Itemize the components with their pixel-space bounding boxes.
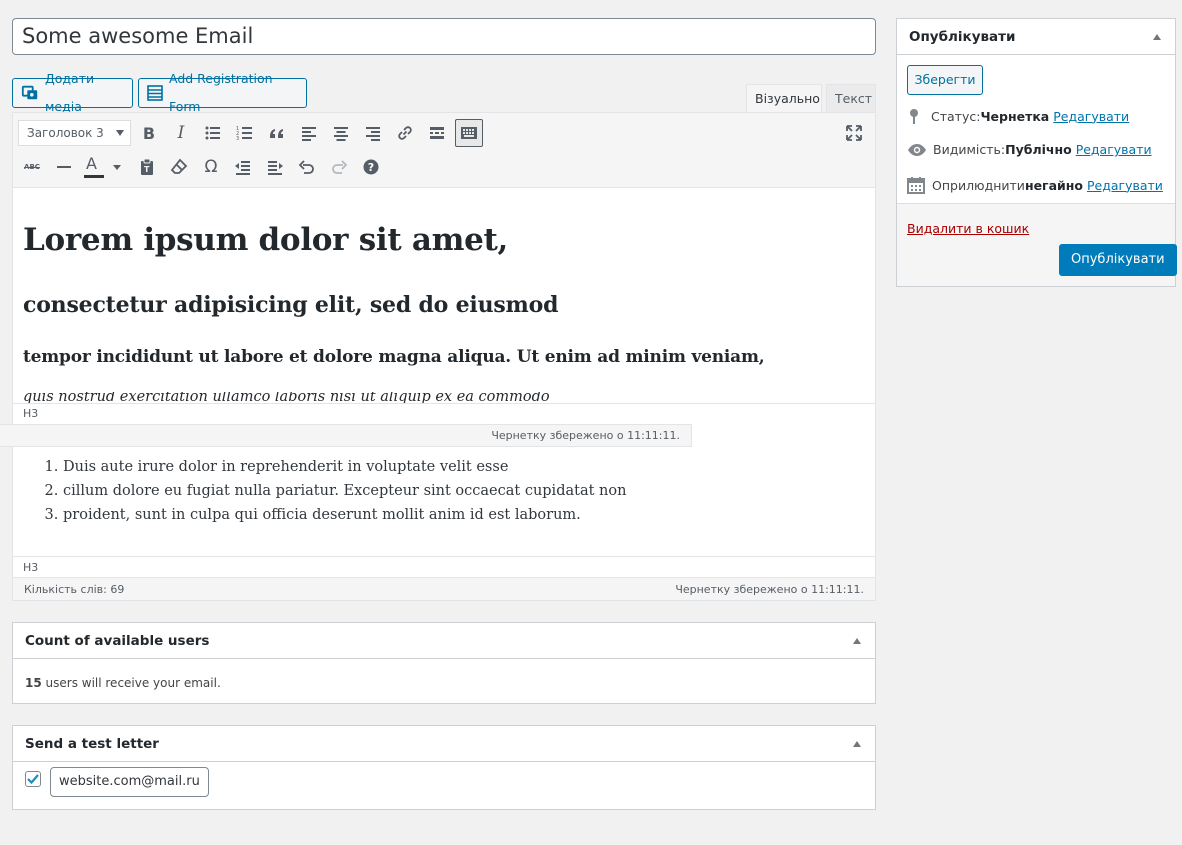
- form-icon: [147, 85, 163, 101]
- status-label: Статус:: [931, 108, 981, 124]
- chevron-down-icon: [113, 165, 121, 170]
- collapse-arrow-icon[interactable]: [1153, 34, 1161, 40]
- content-italic-line: quis nostrud exercitation ullamco labori…: [23, 392, 623, 403]
- format-select-value: Заголовок 3: [27, 126, 104, 140]
- paste-text-icon[interactable]: T: [133, 153, 161, 181]
- visibility-value: Публічно: [1005, 142, 1072, 157]
- count-users-text: 15 users will receive your email.: [13, 659, 875, 707]
- publish-header[interactable]: Опублікувати: [897, 19, 1175, 55]
- visibility-row: Видимість: Публічно Редагувати: [907, 142, 1152, 157]
- edit-schedule-link[interactable]: Редагувати: [1087, 178, 1163, 193]
- publish-title: Опублікувати: [909, 29, 1016, 45]
- user-count-suffix: users will receive your email.: [41, 676, 221, 690]
- schedule-row: Оприлюднити негайно Редагувати: [907, 176, 1163, 194]
- status-value: Чернетка: [980, 108, 1050, 124]
- divider: [13, 403, 875, 404]
- media-icon: [21, 85, 38, 100]
- content-heading-2: consectetur adipisicing elit, sed do eiu…: [23, 292, 559, 318]
- visibility-label: Видимість:: [933, 142, 1006, 157]
- draft-saved-status-overlay: Чернетку збережено о 11:11:11.: [0, 424, 692, 447]
- test-letter-box: Send a test letter website.com@mail.ru: [12, 725, 876, 810]
- count-users-box: Count of available users 15 users will r…: [12, 622, 876, 704]
- bulleted-list-icon[interactable]: [199, 119, 227, 147]
- special-character-icon[interactable]: Ω: [197, 153, 225, 181]
- eye-icon: [908, 143, 926, 156]
- help-icon[interactable]: ?: [357, 153, 385, 181]
- test-letter-header[interactable]: Send a test letter: [13, 726, 875, 762]
- text-color-icon[interactable]: A: [82, 153, 126, 181]
- add-registration-form-button[interactable]: Add Registration Form: [138, 71, 307, 114]
- add-media-button[interactable]: Додати медіа: [12, 71, 133, 114]
- publish-button[interactable]: Опублікувати: [1059, 244, 1177, 276]
- content-heading-1: Lorem ipsum dolor sit amet,: [23, 222, 509, 258]
- svg-text:3: 3: [236, 136, 239, 142]
- word-count: Кількість слів: 69: [24, 583, 125, 596]
- bold-icon[interactable]: B: [135, 119, 163, 147]
- clear-formatting-icon[interactable]: [165, 153, 193, 181]
- schedule-value: негайно: [1024, 177, 1084, 193]
- blockquote-icon[interactable]: [263, 119, 291, 147]
- text-color-swatch: [84, 175, 104, 178]
- indent-icon[interactable]: [261, 153, 289, 181]
- edit-visibility-link[interactable]: Редагувати: [1076, 142, 1152, 157]
- test-email-input[interactable]: website.com@mail.ru: [50, 767, 209, 797]
- draft-saved-status: Чернетку збережено о 11:11:11.: [675, 583, 864, 596]
- schedule-label: Оприлюднити: [932, 177, 1025, 193]
- toolbar-toggle-icon[interactable]: [455, 119, 483, 147]
- status-row: Статус: Чернетка Редагувати: [907, 108, 1129, 124]
- element-path[interactable]: H3: [23, 407, 38, 420]
- content-list: Duis aute irure dolor in reprehenderit i…: [23, 455, 626, 527]
- content-heading-3: tempor incididunt ut labore et dolore ma…: [23, 347, 765, 367]
- list-item: cillum dolore eu fugiat nulla pariatur. …: [63, 479, 626, 503]
- calendar-icon: [907, 177, 925, 194]
- align-left-icon[interactable]: [295, 119, 323, 147]
- move-to-trash-link[interactable]: Видалити в кошик: [907, 221, 1029, 236]
- count-users-header[interactable]: Count of available users: [13, 623, 875, 659]
- collapse-arrow-icon[interactable]: [853, 638, 861, 644]
- pin-icon: [910, 109, 918, 124]
- italic-icon[interactable]: I: [167, 119, 195, 147]
- chevron-down-icon: [116, 130, 124, 136]
- title-input[interactable]: Some awesome Email: [12, 18, 876, 55]
- editor-statusbar: Кількість слів: 69 Чернетку збережено о …: [13, 577, 875, 600]
- align-right-icon[interactable]: [359, 119, 387, 147]
- strikethrough-icon[interactable]: ABC: [18, 153, 46, 181]
- numbered-list-icon[interactable]: 123: [231, 119, 259, 147]
- fullscreen-icon[interactable]: [840, 119, 868, 147]
- edit-status-link[interactable]: Редагувати: [1053, 109, 1129, 124]
- tab-visual[interactable]: Візуально: [746, 84, 822, 113]
- divider: [13, 556, 875, 557]
- checkmark-icon: [27, 774, 39, 785]
- element-path[interactable]: H3: [23, 561, 38, 574]
- list-item: proident, sunt in culpa qui officia dese…: [63, 503, 626, 527]
- format-select[interactable]: Заголовок 3: [18, 120, 131, 146]
- text-color-glyph: A: [86, 154, 97, 173]
- undo-icon[interactable]: [293, 153, 321, 181]
- test-letter-title: Send a test letter: [25, 736, 159, 752]
- redo-icon[interactable]: [325, 153, 353, 181]
- collapse-arrow-icon[interactable]: [853, 741, 861, 747]
- user-count: 15: [25, 676, 42, 690]
- svg-text:?: ?: [368, 161, 374, 174]
- svg-text:T: T: [144, 165, 150, 174]
- link-icon[interactable]: [391, 119, 419, 147]
- list-item: Duis aute irure dolor in reprehenderit i…: [63, 455, 626, 479]
- italic-line-text: quis nostrud exercitation ullamco labori…: [23, 392, 550, 403]
- count-users-title: Count of available users: [25, 633, 210, 649]
- save-draft-button[interactable]: Зберегти: [907, 65, 983, 95]
- tab-text[interactable]: Текст: [826, 84, 876, 113]
- test-letter-checkbox[interactable]: [25, 771, 41, 787]
- horizontal-line-icon[interactable]: [50, 153, 78, 181]
- align-center-icon[interactable]: [327, 119, 355, 147]
- read-more-icon[interactable]: [423, 119, 451, 147]
- outdent-icon[interactable]: [229, 153, 257, 181]
